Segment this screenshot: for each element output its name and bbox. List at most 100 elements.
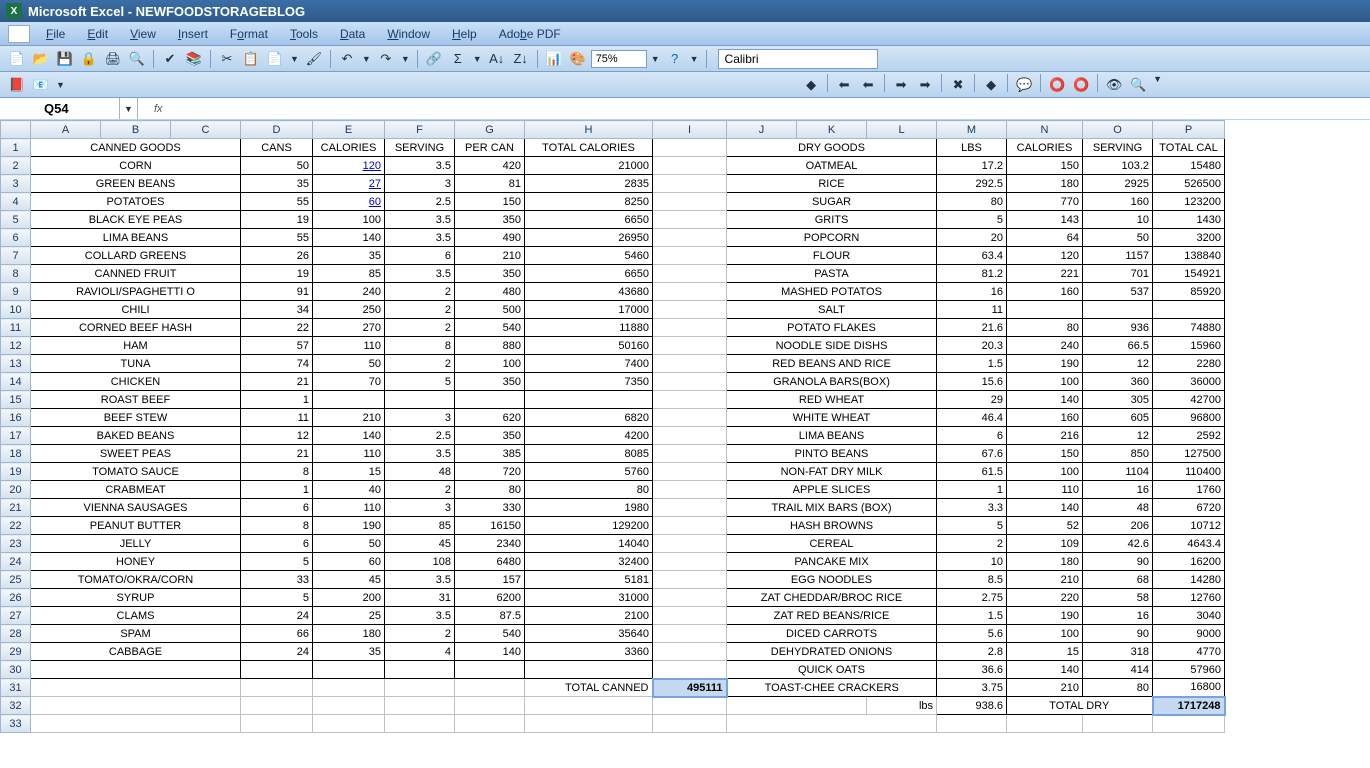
undo-icon[interactable]: ↶ (336, 48, 358, 70)
cell[interactable]: LIMA BEANS (31, 229, 241, 247)
cell[interactable] (31, 661, 241, 679)
cell[interactable]: FLOUR (727, 247, 937, 265)
cell[interactable]: 8 (241, 463, 313, 481)
cell[interactable]: 50 (1083, 229, 1153, 247)
cell[interactable]: 129200 (525, 517, 653, 535)
cell[interactable]: 385 (455, 445, 525, 463)
cell[interactable]: 91 (241, 283, 313, 301)
cell[interactable]: EGG NOODLES (727, 571, 937, 589)
cell[interactable]: 540 (455, 319, 525, 337)
cell[interactable]: 20 (937, 229, 1007, 247)
cell[interactable]: 21 (241, 373, 313, 391)
row-header[interactable]: 19 (1, 463, 31, 481)
cell[interactable]: 206 (1083, 517, 1153, 535)
cell[interactable]: GRITS (727, 211, 937, 229)
cell[interactable] (313, 679, 385, 697)
cell[interactable]: 26950 (525, 229, 653, 247)
cell[interactable]: 250 (313, 301, 385, 319)
cell[interactable]: 110 (313, 445, 385, 463)
cell[interactable]: 57960 (1153, 661, 1225, 679)
zoom-input[interactable]: 75% (591, 50, 647, 68)
cell[interactable]: 16200 (1153, 553, 1225, 571)
cell[interactable] (385, 697, 455, 715)
trace-precedents-icon[interactable]: ⬅ (833, 74, 855, 96)
cell[interactable]: 220 (1007, 589, 1083, 607)
cell[interactable] (241, 715, 313, 733)
cell[interactable]: SWEET PEAS (31, 445, 241, 463)
trace-dependents-icon[interactable]: ➡ (890, 74, 912, 96)
cell[interactable]: 81 (455, 175, 525, 193)
row-header[interactable]: 21 (1, 499, 31, 517)
row-header[interactable]: 5 (1, 211, 31, 229)
cell[interactable]: RAVIOLI/SPAGHETTI O (31, 283, 241, 301)
cell[interactable]: 50 (241, 157, 313, 175)
cell[interactable] (313, 661, 385, 679)
cell[interactable]: 16 (1083, 481, 1153, 499)
menu-view[interactable]: View (120, 25, 166, 43)
menu-tools[interactable]: Tools (280, 25, 328, 43)
cell[interactable]: 4643.4 (1153, 535, 1225, 553)
col-header[interactable]: O (1083, 121, 1153, 139)
cell[interactable]: 4200 (525, 427, 653, 445)
cell[interactable] (31, 697, 241, 715)
cell[interactable]: 3.5 (385, 571, 455, 589)
cell[interactable]: 80 (525, 481, 653, 499)
cell[interactable]: 6480 (455, 553, 525, 571)
cell[interactable]: TUNA (31, 355, 241, 373)
col-header[interactable]: P (1153, 121, 1225, 139)
cell[interactable]: 103.2 (1083, 157, 1153, 175)
control-icon[interactable] (8, 25, 30, 43)
row-header[interactable]: 30 (1, 661, 31, 679)
circle-invalid-icon[interactable]: ⭕ (1046, 74, 1068, 96)
cell[interactable]: 110 (313, 499, 385, 517)
cell[interactable]: 50160 (525, 337, 653, 355)
cell[interactable]: 3.75 (937, 679, 1007, 697)
cell[interactable]: 526500 (1153, 175, 1225, 193)
cell[interactable]: PEANUT BUTTER (31, 517, 241, 535)
cell[interactable]: 4 (385, 643, 455, 661)
cell[interactable]: 3 (385, 409, 455, 427)
row-header[interactable]: 24 (1, 553, 31, 571)
cell[interactable]: 160 (1083, 193, 1153, 211)
cell[interactable] (653, 247, 727, 265)
cell[interactable]: 34 (241, 301, 313, 319)
remove-arrows-icon[interactable]: ✖ (947, 74, 969, 96)
cell[interactable]: 1760 (1153, 481, 1225, 499)
cell[interactable]: TOMATO/OKRA/CORN (31, 571, 241, 589)
cell[interactable]: 48 (385, 463, 455, 481)
cell[interactable]: 74880 (1153, 319, 1225, 337)
cell[interactable] (455, 679, 525, 697)
cell[interactable]: WHITE WHEAT (727, 409, 937, 427)
cell[interactable]: 180 (313, 625, 385, 643)
cell[interactable]: 63.4 (937, 247, 1007, 265)
cell[interactable] (653, 589, 727, 607)
cell[interactable] (241, 661, 313, 679)
cell[interactable]: 10 (1083, 211, 1153, 229)
cell[interactable]: GRANOLA BARS(BOX) (727, 373, 937, 391)
cell[interactable] (653, 661, 727, 679)
cell[interactable]: 27 (313, 175, 385, 193)
fx-label[interactable]: fx (138, 103, 179, 115)
cell[interactable] (653, 337, 727, 355)
cell[interactable]: PASTA (727, 265, 937, 283)
col-header[interactable]: B (101, 121, 171, 139)
cell[interactable]: POTATO FLAKES (727, 319, 937, 337)
cell[interactable] (727, 715, 937, 733)
cell[interactable] (653, 625, 727, 643)
cell[interactable]: 64 (1007, 229, 1083, 247)
row-header[interactable]: 1 (1, 139, 31, 157)
cell[interactable]: 1157 (1083, 247, 1153, 265)
cell[interactable]: 2835 (525, 175, 653, 193)
cell[interactable]: 770 (1007, 193, 1083, 211)
cell[interactable]: 2 (385, 625, 455, 643)
cell[interactable]: HAM (31, 337, 241, 355)
cell[interactable] (653, 157, 727, 175)
cell[interactable]: 120 (1007, 247, 1083, 265)
cell[interactable]: PER CAN (455, 139, 525, 157)
cell[interactable]: 8250 (525, 193, 653, 211)
cell[interactable] (653, 499, 727, 517)
research-icon[interactable]: 📚 (183, 48, 205, 70)
cell[interactable]: 120 (313, 157, 385, 175)
cell[interactable]: 6200 (455, 589, 525, 607)
cell[interactable]: CANNED FRUIT (31, 265, 241, 283)
